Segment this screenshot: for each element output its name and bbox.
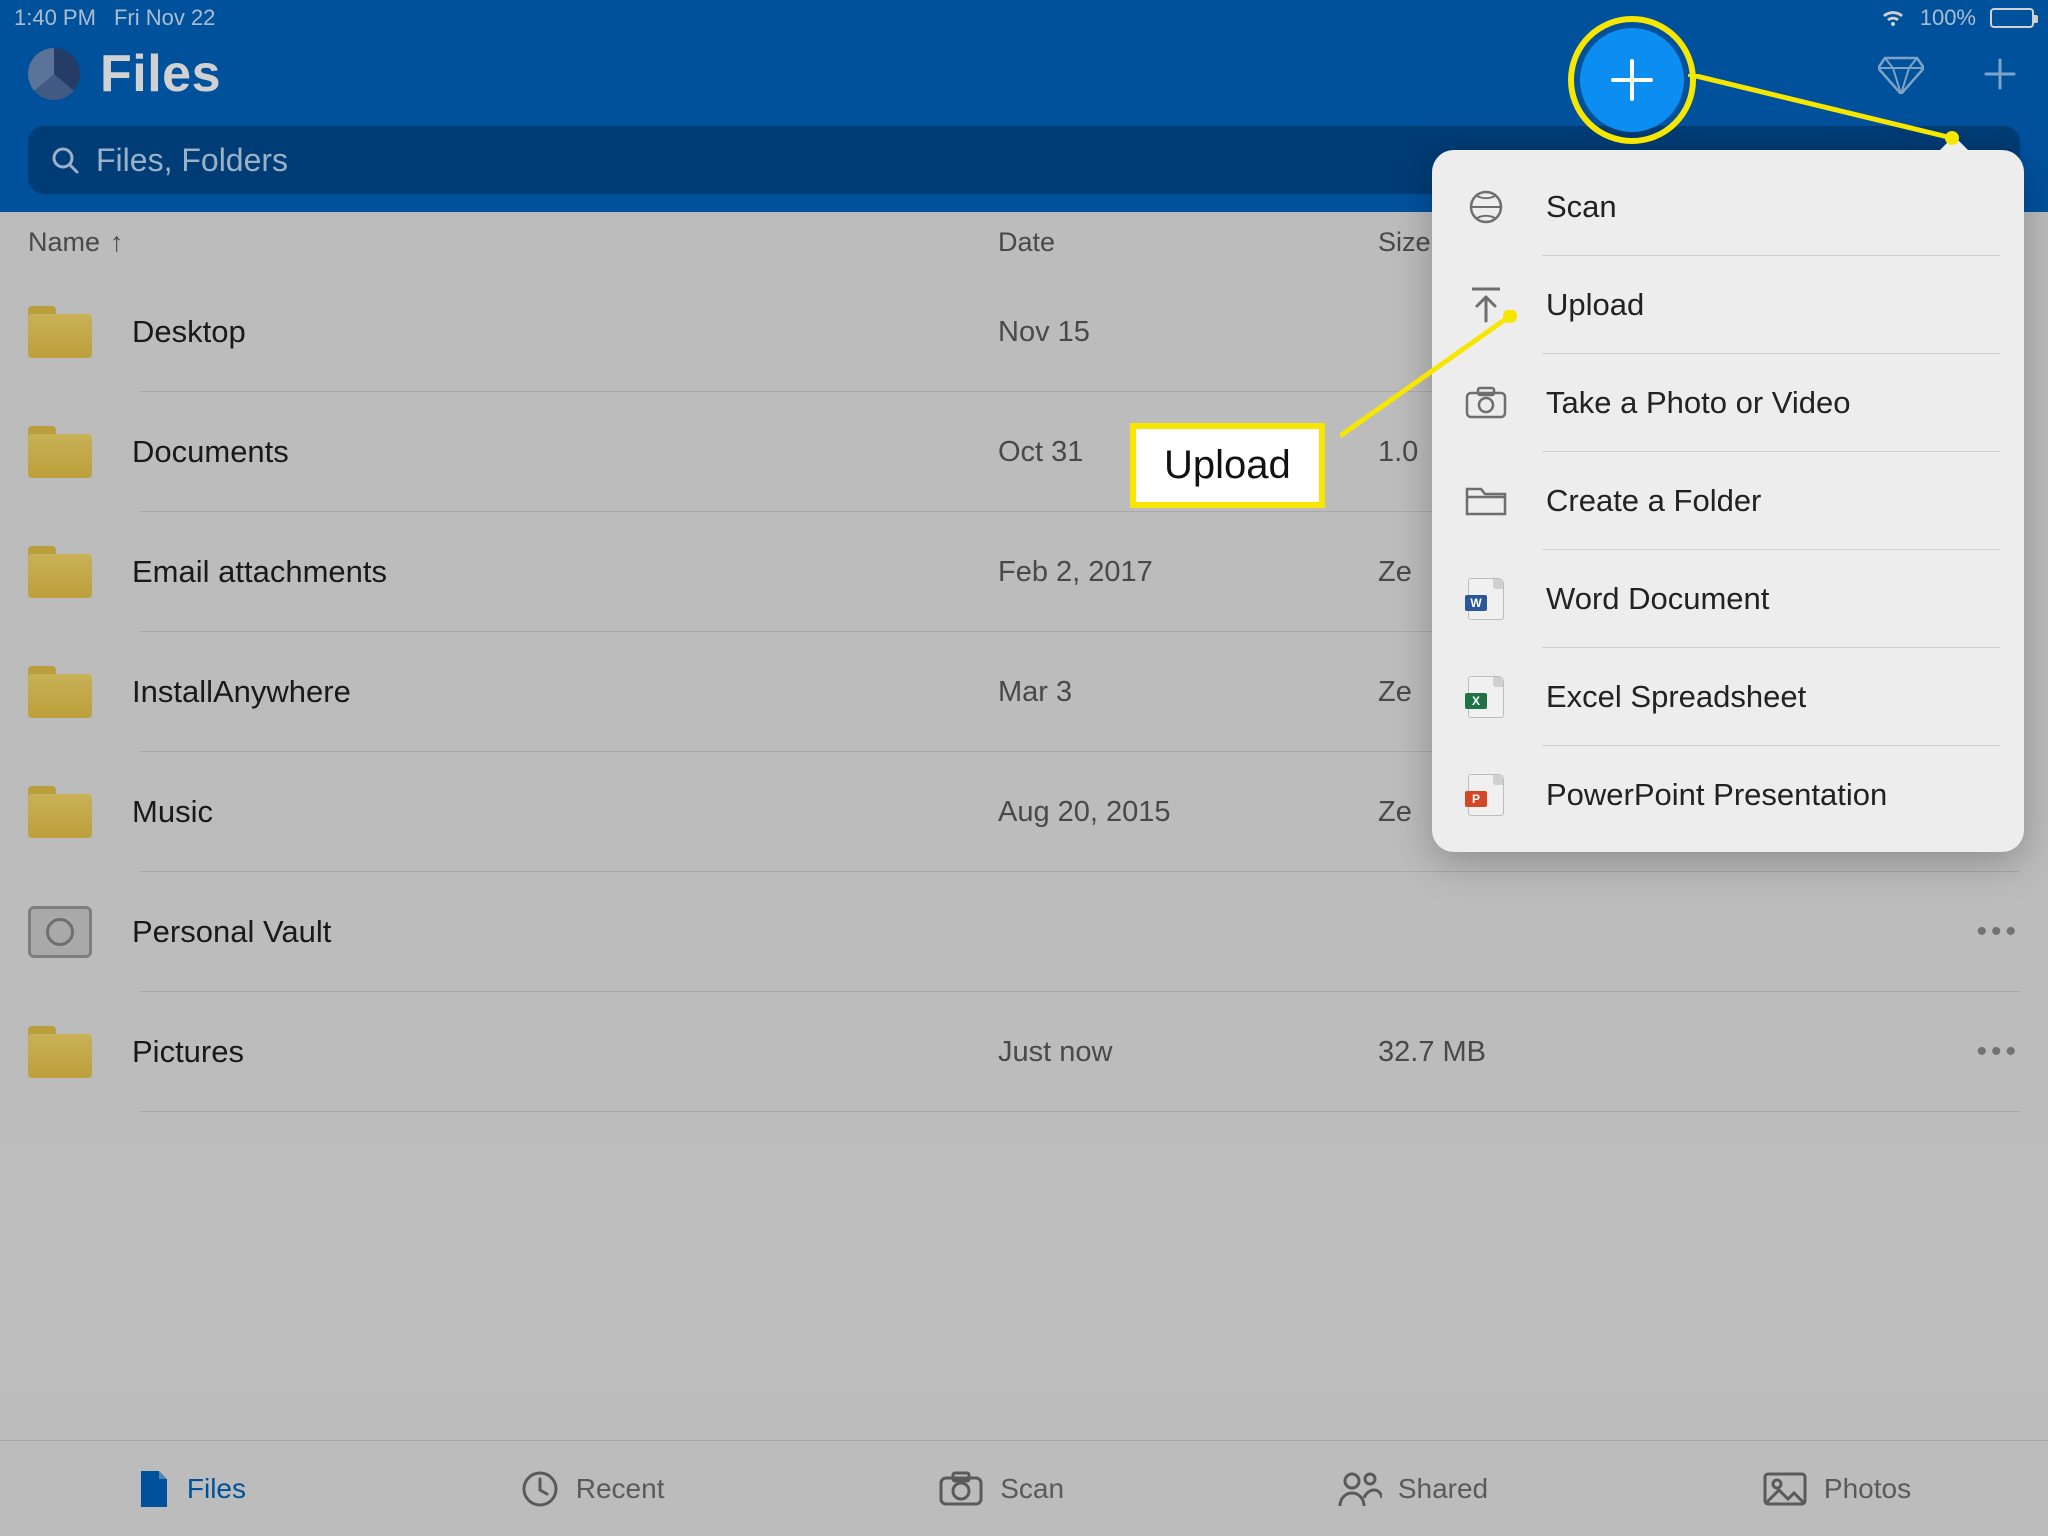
scan-icon <box>1464 187 1508 227</box>
menu-item-label: PowerPoint Presentation <box>1546 777 1887 813</box>
folder-icon <box>28 1026 92 1078</box>
battery-icon <box>1990 8 2034 28</box>
file-size: 32.7 MB <box>1378 1036 1940 1069</box>
word-icon: W <box>1464 578 1508 620</box>
tab-label: Recent <box>576 1473 665 1505</box>
folder-icon <box>28 306 92 358</box>
file-name: InstallAnywhere <box>132 674 351 710</box>
battery-percent: 100% <box>1920 5 1976 31</box>
tab-recent[interactable]: Recent <box>520 1469 665 1509</box>
menu-item-folder[interactable]: Create a Folder <box>1432 452 2024 550</box>
folder-icon <box>28 546 92 598</box>
tab-bar: Files Recent Scan Shared Photos <box>0 1440 2048 1536</box>
menu-item-camera[interactable]: Take a Photo or Video <box>1432 354 2024 452</box>
more-button[interactable]: ••• <box>1940 915 2020 949</box>
tab-label: Scan <box>1000 1473 1064 1505</box>
file-name: Music <box>132 794 213 830</box>
folder-icon <box>1464 484 1508 518</box>
shared-icon <box>1338 1470 1382 1508</box>
wifi-icon <box>1880 8 1906 28</box>
premium-diamond-icon[interactable] <box>1878 54 1924 94</box>
add-button[interactable] <box>1980 54 2020 94</box>
scan-icon <box>938 1471 984 1507</box>
menu-item-label: Take a Photo or Video <box>1546 385 1850 421</box>
status-date: Fri Nov 22 <box>114 5 215 31</box>
tab-label: Photos <box>1824 1473 1911 1505</box>
folder-icon <box>28 426 92 478</box>
file-name: Desktop <box>132 314 246 350</box>
file-date: Aug 20, 2015 <box>998 796 1378 829</box>
tab-scan[interactable]: Scan <box>938 1471 1064 1507</box>
tab-label: Shared <box>1398 1473 1488 1505</box>
sort-ascending-icon: ↑ <box>110 227 124 258</box>
menu-item-label: Create a Folder <box>1546 483 1761 519</box>
recent-icon <box>520 1469 560 1509</box>
camera-icon <box>1464 386 1508 420</box>
status-bar: 1:40 PM Fri Nov 22 100% <box>0 0 2048 36</box>
file-date: Mar 3 <box>998 676 1378 709</box>
vault-icon <box>28 906 92 958</box>
file-name: Documents <box>132 434 289 470</box>
menu-item-upload[interactable]: Upload <box>1432 256 2024 354</box>
menu-item-label: Scan <box>1546 189 1617 225</box>
file-row[interactable]: Personal Vault ••• <box>0 872 2048 992</box>
tab-shared[interactable]: Shared <box>1338 1470 1488 1508</box>
tab-photos[interactable]: Photos <box>1762 1471 1911 1507</box>
menu-item-word[interactable]: W Word Document <box>1432 550 2024 648</box>
file-date: Feb 2, 2017 <box>998 556 1378 589</box>
file-name: Personal Vault <box>132 914 331 950</box>
menu-item-label: Word Document <box>1546 581 1769 617</box>
files-icon <box>137 1469 171 1509</box>
excel-icon: X <box>1464 676 1508 718</box>
menu-item-excel[interactable]: X Excel Spreadsheet <box>1432 648 2024 746</box>
tab-label: Files <box>187 1473 246 1505</box>
file-date: Nov 15 <box>998 316 1378 349</box>
col-date-label[interactable]: Date <box>998 227 1378 258</box>
folder-icon <box>28 786 92 838</box>
file-date: Oct 31 <box>998 436 1378 469</box>
search-icon <box>50 145 80 175</box>
menu-item-label: Upload <box>1546 287 1644 323</box>
page-title: Files <box>100 44 221 104</box>
folder-icon <box>28 666 92 718</box>
ppt-icon: P <box>1464 774 1508 816</box>
col-name-label[interactable]: Name <box>28 227 100 258</box>
file-row[interactable]: Pictures Just now32.7 MB••• <box>0 992 2048 1112</box>
tab-files[interactable]: Files <box>137 1469 246 1509</box>
status-time: 1:40 PM <box>14 5 96 31</box>
more-button[interactable]: ••• <box>1940 1035 2020 1069</box>
file-name: Email attachments <box>132 554 387 590</box>
account-avatar-icon[interactable] <box>28 48 80 100</box>
file-name: Pictures <box>132 1034 244 1070</box>
photos-icon <box>1762 1471 1808 1507</box>
menu-item-label: Excel Spreadsheet <box>1546 679 1806 715</box>
menu-item-ppt[interactable]: P PowerPoint Presentation <box>1432 746 2024 844</box>
menu-item-scan[interactable]: Scan <box>1432 158 2024 256</box>
upload-icon <box>1464 285 1508 325</box>
file-date: Just now <box>998 1036 1378 1069</box>
add-menu-popover: Scan Upload Take a Photo or Video Create a … <box>1432 150 2024 852</box>
